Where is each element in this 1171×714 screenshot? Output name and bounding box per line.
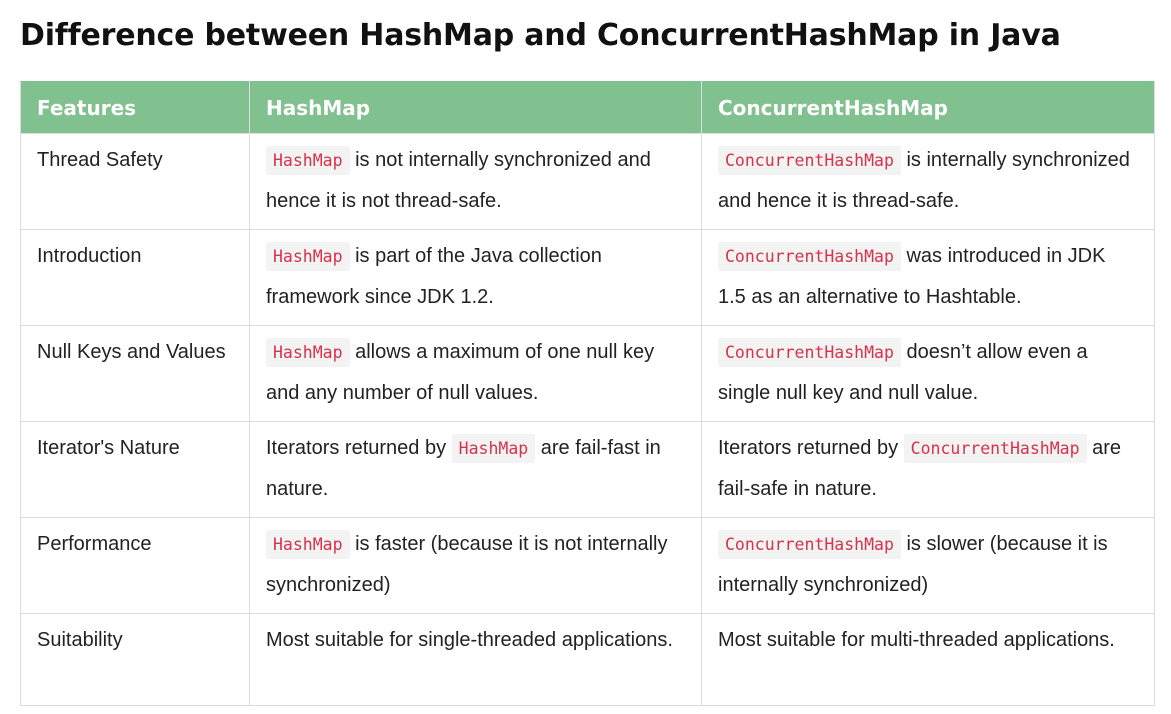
- page-title: Difference between HashMap and Concurren…: [20, 18, 1061, 53]
- cell-text: Most suitable for single-threaded applic…: [266, 629, 673, 651]
- concurrenthashmap-cell: ConcurrentHashMap doesn’t allow even a s…: [701, 325, 1155, 422]
- hashmap-cell: Most suitable for single-threaded applic…: [249, 613, 702, 706]
- hashmap-cell: HashMap is faster (because it is not int…: [249, 517, 702, 614]
- table-row: Null Keys and Values HashMap allows a ma…: [20, 325, 1155, 422]
- hashmap-cell: HashMap is not internally synchronized a…: [249, 133, 702, 230]
- code-snippet: ConcurrentHashMap: [718, 338, 901, 367]
- feature-cell: Introduction: [20, 229, 250, 326]
- table-row: Suitability Most suitable for single-thr…: [20, 613, 1155, 706]
- feature-cell: Thread Safety: [20, 133, 250, 230]
- concurrenthashmap-cell: Most suitable for multi-threaded applica…: [701, 613, 1155, 706]
- header-hashmap: HashMap: [249, 81, 702, 134]
- code-snippet: ConcurrentHashMap: [718, 242, 901, 271]
- table-row: Introduction HashMap is part of the Java…: [20, 229, 1155, 326]
- table-row: Thread Safety HashMap is not internally …: [20, 133, 1155, 230]
- feature-cell: Performance: [20, 517, 250, 614]
- header-features: Features: [20, 81, 250, 134]
- code-snippet: HashMap: [266, 338, 350, 367]
- hashmap-cell: Iterators returned by HashMap are fail-f…: [249, 421, 702, 518]
- feature-cell: Null Keys and Values: [20, 325, 250, 422]
- hashmap-cell: HashMap allows a maximum of one null key…: [249, 325, 702, 422]
- concurrenthashmap-cell: ConcurrentHashMap is internally synchron…: [701, 133, 1155, 230]
- code-snippet: HashMap: [451, 434, 536, 463]
- code-snippet: ConcurrentHashMap: [903, 434, 1087, 463]
- code-snippet: ConcurrentHashMap: [718, 146, 901, 175]
- code-snippet: HashMap: [266, 146, 350, 175]
- code-snippet: HashMap: [266, 242, 350, 271]
- hashmap-cell: HashMap is part of the Java collection f…: [249, 229, 702, 326]
- cell-text: Iterators returned by: [266, 437, 452, 459]
- code-snippet: ConcurrentHashMap: [718, 530, 901, 559]
- concurrenthashmap-cell: ConcurrentHashMap was introduced in JDK …: [701, 229, 1155, 326]
- table-row: Iterator's Nature Iterators returned by …: [20, 421, 1155, 518]
- cell-text: Iterators returned by: [718, 437, 904, 459]
- table-row: Performance HashMap is faster (because i…: [20, 517, 1155, 614]
- concurrenthashmap-cell: ConcurrentHashMap is slower (because it …: [701, 517, 1155, 614]
- table-header-row: Features HashMap ConcurrentHashMap: [20, 81, 1155, 134]
- feature-cell: Suitability: [20, 613, 250, 706]
- cell-text: Most suitable for multi-threaded applica…: [718, 629, 1115, 651]
- header-concurrenthashmap: ConcurrentHashMap: [701, 81, 1155, 134]
- feature-cell: Iterator's Nature: [20, 421, 250, 518]
- code-snippet: HashMap: [266, 530, 350, 559]
- comparison-table: Features HashMap ConcurrentHashMap Threa…: [20, 81, 1155, 706]
- concurrenthashmap-cell: Iterators returned by ConcurrentHashMap …: [701, 421, 1155, 518]
